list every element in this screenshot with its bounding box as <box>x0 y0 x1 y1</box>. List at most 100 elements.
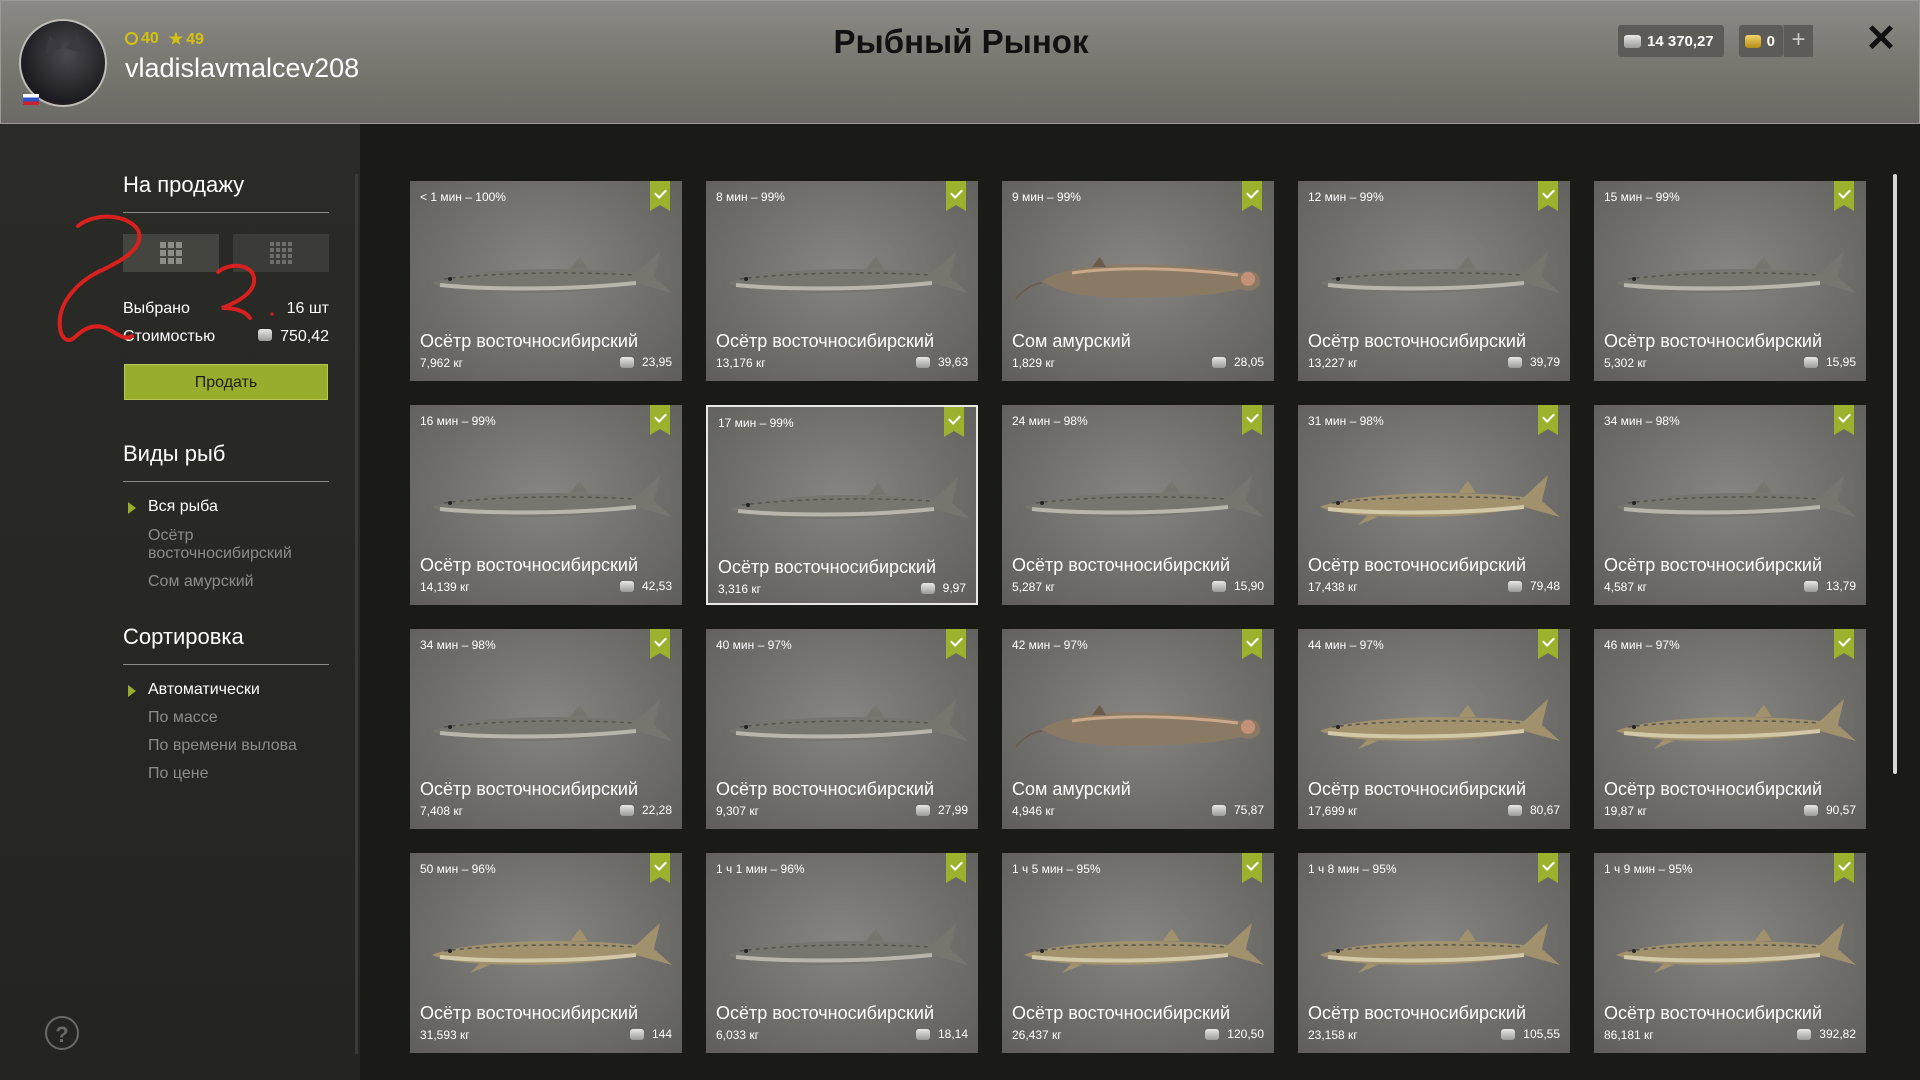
silver-coin-icon <box>629 1028 644 1040</box>
fish-weight: 14,139 кг <box>420 580 470 594</box>
catch-time-freshness: 16 мин – 99% <box>420 414 496 428</box>
catch-time-freshness: 8 мин – 99% <box>716 190 785 204</box>
selected-checkmark-icon[interactable] <box>946 181 966 211</box>
selected-checkmark-icon[interactable] <box>946 629 966 659</box>
fish-card[interactable]: 1 ч 8 мин – 95% Осётр восточносибирский 23… <box>1298 853 1570 1053</box>
fish-card[interactable]: 34 мин – 98% Осётр восточносибирский 4,587… <box>1594 405 1866 605</box>
selected-checkmark-icon[interactable] <box>1242 853 1262 883</box>
selected-label: Выбрано <box>123 300 190 317</box>
silver-coin-icon <box>1803 580 1818 592</box>
selected-checkmark-icon[interactable] <box>944 407 964 437</box>
selected-checkmark-icon[interactable] <box>1242 405 1262 435</box>
fish-price: 39,79 <box>1507 355 1560 369</box>
fish-name: Сом амурский <box>1012 331 1131 351</box>
fish-card[interactable]: 17 мин – 99% Осётр восточносибирский 3,316… <box>706 405 978 605</box>
fish-card[interactable]: 46 мин – 97% Осётр восточносибирский 19,87… <box>1594 629 1866 829</box>
selected-checkmark-icon[interactable] <box>1538 405 1558 435</box>
fish-card[interactable]: 8 мин – 99% Осётр восточносибирский 13,176… <box>706 181 978 381</box>
silver-coin-icon <box>915 804 930 816</box>
scrollbar[interactable] <box>1893 174 1897 774</box>
selected-checkmark-icon[interactable] <box>650 629 670 659</box>
fish-weight: 9,307 кг <box>716 804 759 818</box>
fish-weight: 5,302 кг <box>1604 356 1647 370</box>
selected-checkmark-icon[interactable] <box>650 405 670 435</box>
fish-card[interactable]: 12 мин – 99% Осётр восточносибирский 13,22… <box>1298 181 1570 381</box>
fish-price: 90,57 <box>1803 803 1856 817</box>
selected-checkmark-icon[interactable] <box>650 181 670 211</box>
fish-name: Осётр восточносибирский <box>716 1003 935 1023</box>
silver-coin-icon <box>258 329 273 341</box>
fish-card[interactable]: 15 мин – 99% Осётр восточносибирский 5,302… <box>1594 181 1866 381</box>
fish-weight: 31,593 кг <box>420 1028 470 1042</box>
fish-price: 22,28 <box>619 803 672 817</box>
fish-weight: 5,287 кг <box>1012 580 1055 594</box>
selected-checkmark-icon[interactable] <box>1834 405 1854 435</box>
selected-checkmark-icon[interactable] <box>946 853 966 883</box>
silver-coin-icon <box>1211 580 1226 592</box>
small-grid-view-button[interactable] <box>233 234 329 272</box>
filter-sturgeon[interactable]: Осётр восточносибирский <box>148 527 318 563</box>
fish-card[interactable]: 16 мин – 99% Осётр восточносибирский 14,13… <box>410 405 682 605</box>
sort-auto[interactable]: Автоматически <box>148 681 260 699</box>
selected-checkmark-icon[interactable] <box>1242 181 1262 211</box>
fish-weight: 3,316 кг <box>718 582 761 596</box>
divider <box>123 212 329 213</box>
selected-checkmark-icon[interactable] <box>1538 629 1558 659</box>
fish-price: 392,82 <box>1797 1027 1856 1041</box>
catch-time-freshness: 1 ч 9 мин – 95% <box>1604 862 1693 876</box>
fish-name: Осётр восточносибирский <box>420 779 639 799</box>
selected-checkmark-icon[interactable] <box>1242 629 1262 659</box>
fish-card[interactable]: 40 мин – 97% Осётр восточносибирский 9,307… <box>706 629 978 829</box>
help-button[interactable]: ? <box>45 1016 79 1050</box>
fish-weight: 13,176 кг <box>716 356 766 370</box>
fish-price: 42,53 <box>619 579 672 593</box>
fish-price: 28,05 <box>1211 355 1264 369</box>
fish-card[interactable]: 1 ч 9 мин – 95% Осётр восточносибирский 86… <box>1594 853 1866 1053</box>
filter-catfish[interactable]: Сом амурский <box>148 573 254 591</box>
catch-time-freshness: < 1 мин – 100% <box>420 190 506 204</box>
fish-card[interactable]: 50 мин – 96% Осётр восточносибирский 31,59… <box>410 853 682 1053</box>
sort-heading: Сортировка <box>123 624 244 649</box>
catch-time-freshness: 1 ч 8 мин – 95% <box>1308 862 1397 876</box>
filter-all-fish[interactable]: Вся рыба <box>148 498 218 516</box>
species-heading: Виды рыб <box>123 441 226 466</box>
fish-weight: 86,181 кг <box>1604 1028 1654 1042</box>
add-gold-button[interactable]: + <box>1783 25 1813 57</box>
silver-coin-icon <box>1507 804 1522 816</box>
small-grid-icon <box>270 242 292 264</box>
fish-card[interactable]: 42 мин – 97% Сом амурский 4,946 кг 75,87 <box>1002 629 1274 829</box>
fish-card[interactable]: 1 ч 5 мин – 95% Осётр восточносибирский 26… <box>1002 853 1274 1053</box>
silver-coin-icon <box>1501 1028 1516 1040</box>
selected-checkmark-icon[interactable] <box>1834 629 1854 659</box>
large-grid-view-button[interactable] <box>123 234 219 272</box>
fish-weight: 26,437 кг <box>1012 1028 1062 1042</box>
selected-checkmark-icon[interactable] <box>1834 181 1854 211</box>
sort-by-mass[interactable]: По массе <box>148 709 218 727</box>
fish-card[interactable]: < 1 мин – 100% Осётр восточносибирский 7,9… <box>410 181 682 381</box>
fish-card[interactable]: 31 мин – 98% Осётр восточносибирский 17,43… <box>1298 405 1570 605</box>
fish-card[interactable]: 34 мин – 98% Осётр восточносибирский 7,408… <box>410 629 682 829</box>
selected-checkmark-icon[interactable] <box>1834 853 1854 883</box>
fish-card[interactable]: 1 ч 1 мин – 96% Осётр восточносибирский 6,… <box>706 853 978 1053</box>
sort-by-catch-time[interactable]: По времени вылова <box>148 737 297 755</box>
selected-checkmark-icon[interactable] <box>650 853 670 883</box>
fish-card[interactable]: 44 мин – 97% Осётр восточносибирский 17,69… <box>1298 629 1570 829</box>
selected-checkmark-icon[interactable] <box>1538 853 1558 883</box>
sell-button[interactable]: Продать <box>124 364 328 400</box>
russia-flag-icon <box>23 94 39 105</box>
close-button[interactable]: ✕ <box>1863 17 1899 61</box>
fish-name: Осётр восточносибирский <box>1012 1003 1231 1023</box>
selected-checkmark-icon[interactable] <box>1538 181 1558 211</box>
cost-label: Стоимостью <box>123 328 216 345</box>
silver-coin-icon <box>915 356 930 368</box>
catch-time-freshness: 31 мин – 98% <box>1308 414 1384 428</box>
fish-price: 15,95 <box>1803 355 1856 369</box>
fish-name: Осётр восточносибирский <box>718 557 937 577</box>
fish-card[interactable]: 24 мин – 98% Осётр восточносибирский 5,287… <box>1002 405 1274 605</box>
fish-card[interactable]: 9 мин – 99% Сом амурский 1,829 кг 28,05 <box>1002 181 1274 381</box>
fish-price: 79,48 <box>1507 579 1560 593</box>
fish-name: Осётр восточносибирский <box>1604 779 1823 799</box>
fish-weight: 4,946 кг <box>1012 804 1055 818</box>
sort-by-price[interactable]: По цене <box>148 765 208 783</box>
fish-name: Осётр восточносибирский <box>716 779 935 799</box>
